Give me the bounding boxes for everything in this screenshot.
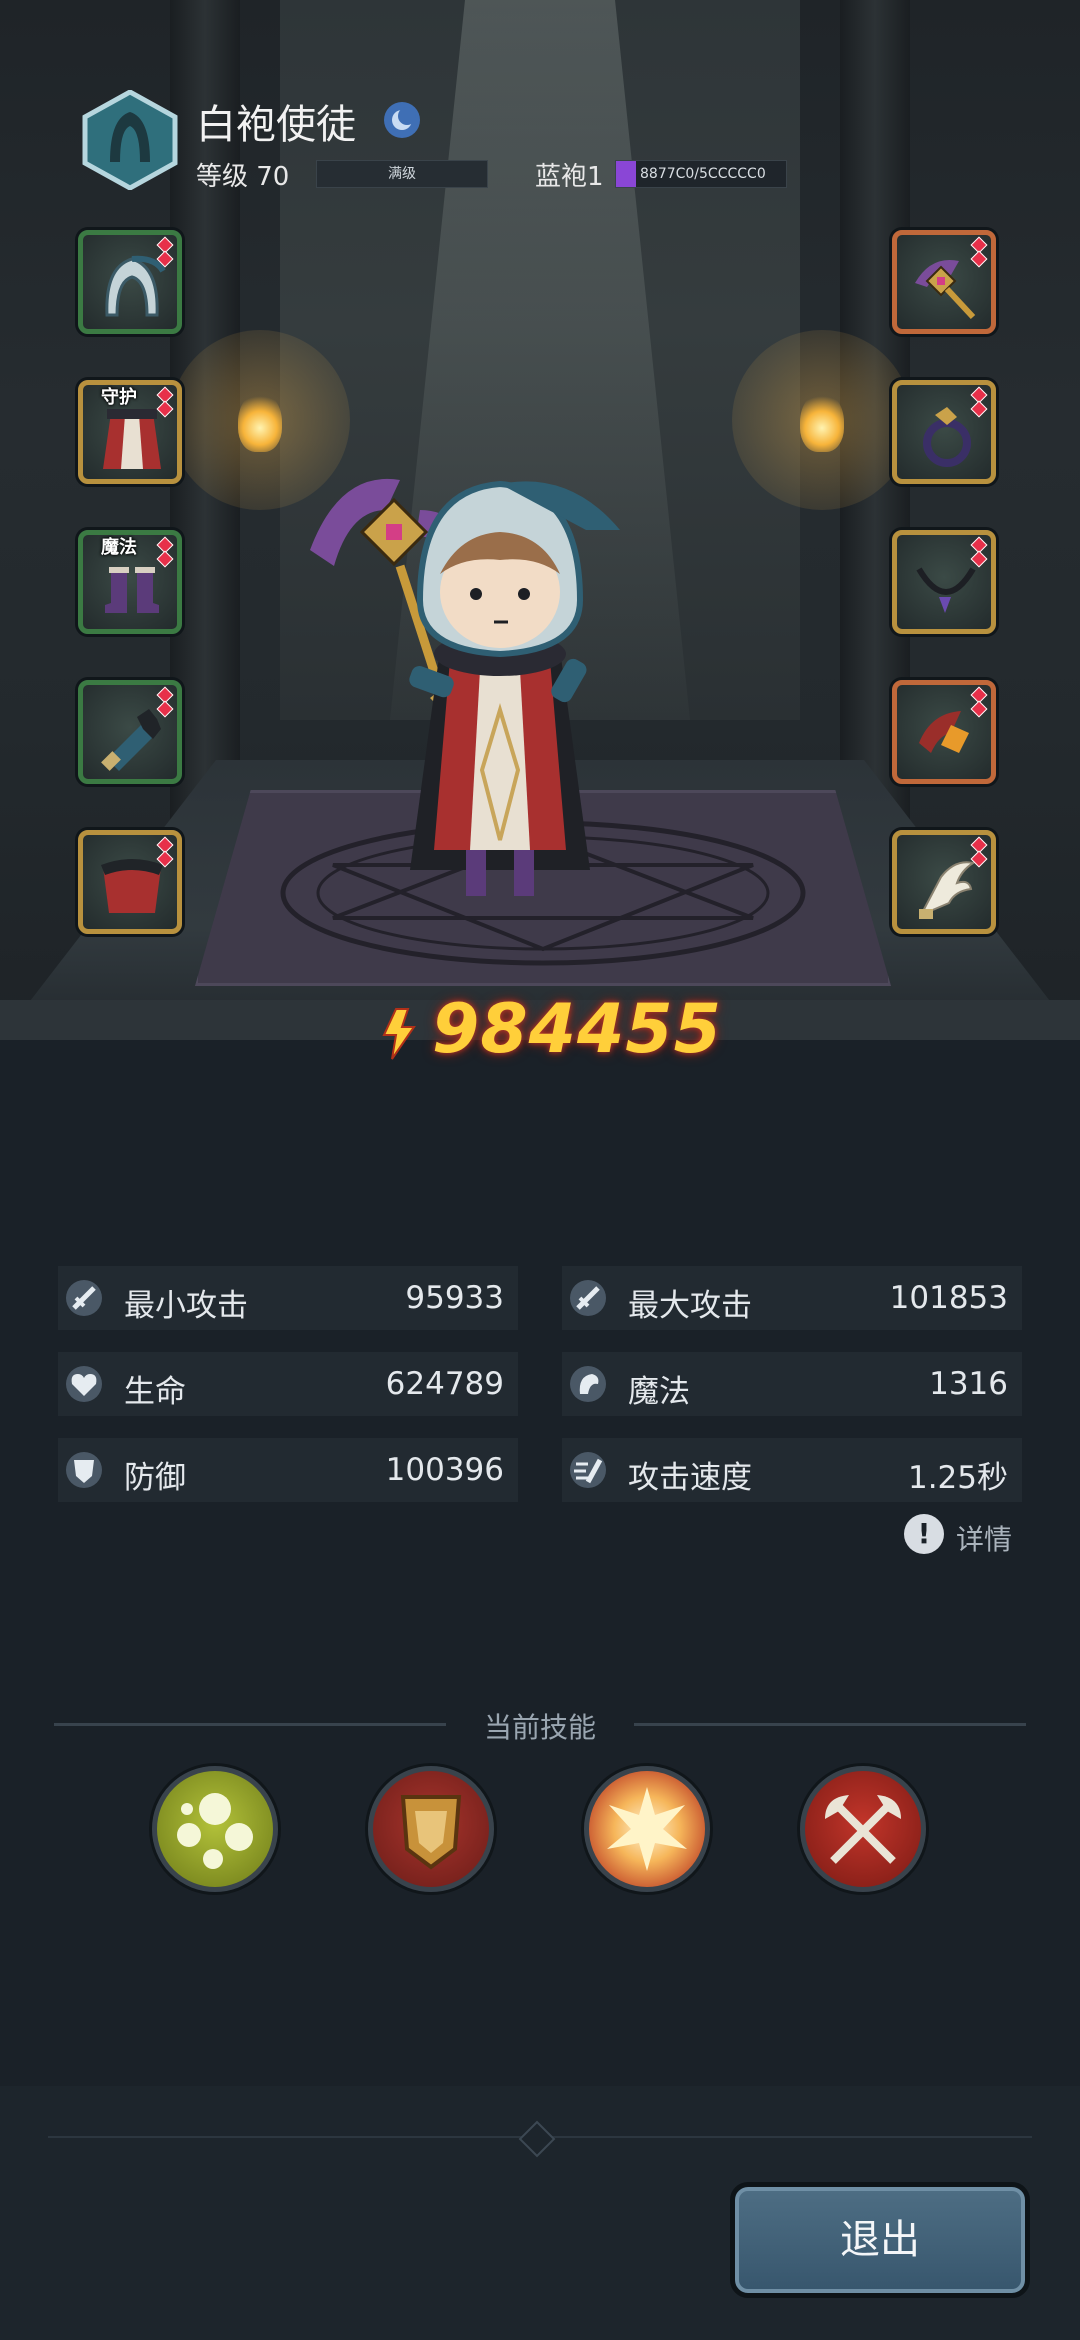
level-label: 等级 70 — [196, 162, 290, 192]
robe-icon — [103, 409, 161, 469]
stat-attack-speed: 攻击速度 1.25秒 — [562, 1438, 1022, 1502]
necklace-icon — [916, 567, 976, 613]
equip-slot-robe[interactable]: 守护 — [78, 380, 182, 484]
gem-sockets — [156, 836, 174, 868]
equip-slot-bracer[interactable] — [78, 680, 182, 784]
stat-max-attack: 最大攻击 101853 — [562, 1266, 1022, 1330]
sword-icon — [570, 1280, 606, 1316]
stat-value: 1.25秒 — [907, 1460, 1008, 1496]
gem-sockets — [970, 236, 988, 268]
stat-min-attack: 最小攻击 95933 — [58, 1266, 518, 1330]
info-icon: ! — [904, 1514, 944, 1554]
guardian-shield-icon — [400, 1795, 462, 1870]
gem-sockets — [970, 836, 988, 868]
stat-defense: 防御 100396 — [58, 1438, 518, 1502]
class-emblem-icon — [80, 89, 180, 191]
robe-progress-text: 8877C0/5CCCCC0 — [640, 166, 766, 182]
torch-right-icon — [800, 392, 844, 452]
stat-label: 最小攻击 — [124, 1288, 248, 1324]
moon-icon — [382, 100, 422, 140]
equip-slot-hood[interactable] — [78, 230, 182, 334]
exit-button[interactable]: 退出 — [730, 2182, 1030, 2298]
amulet-icon — [919, 711, 969, 753]
shield-icon — [66, 1452, 102, 1488]
robe-progress-fill — [616, 161, 637, 187]
equip-slot-cape[interactable] — [78, 830, 182, 934]
skills-divider-right — [634, 1723, 1026, 1726]
gem-sockets — [156, 236, 174, 268]
ring-icon — [923, 407, 971, 467]
level-status: 满级 — [388, 166, 416, 182]
stat-value: 100396 — [385, 1452, 504, 1488]
stat-health: 生命 624789 — [58, 1352, 518, 1416]
magic-icon — [570, 1366, 606, 1402]
equip-slot-boots[interactable]: 魔法 — [78, 530, 182, 634]
stat-magic: 魔法 1316 — [562, 1352, 1022, 1416]
stat-label: 生命 — [124, 1374, 186, 1410]
stat-value: 624789 — [385, 1366, 504, 1402]
robe-rank-label: 蓝袍1 — [535, 162, 604, 192]
gem-sockets — [970, 536, 988, 568]
wing-charm-icon — [918, 861, 976, 919]
detail-label: 详情 — [956, 1523, 1013, 1556]
class-name: 白袍使徒 — [196, 102, 356, 148]
torch-left-icon — [238, 392, 282, 452]
skill-guardian-shield[interactable] — [368, 1766, 494, 1892]
hood-icon — [105, 255, 166, 317]
stat-value: 101853 — [889, 1280, 1008, 1316]
gem-sockets — [970, 686, 988, 718]
gem-sockets — [156, 536, 174, 568]
stat-label: 魔法 — [628, 1374, 690, 1410]
stat-label: 攻击速度 — [628, 1460, 752, 1496]
heart-icon — [66, 1366, 102, 1402]
staff-icon — [915, 259, 976, 320]
gem-sockets — [970, 386, 988, 418]
crossed-axes-icon — [825, 1795, 901, 1864]
skills-divider-left — [54, 1723, 446, 1726]
stat-label: 防御 — [124, 1460, 186, 1496]
level-progress-bar: 满级 — [316, 160, 488, 188]
combat-power-value: 984455 — [432, 990, 722, 1069]
cape-icon — [101, 859, 163, 913]
hero-character — [310, 478, 620, 896]
stat-value: 1316 — [929, 1366, 1008, 1402]
stat-label: 最大攻击 — [628, 1288, 752, 1324]
skill-poison-bubbles[interactable] — [152, 1766, 278, 1892]
equip-slot-ring[interactable] — [892, 380, 996, 484]
burst-icon — [607, 1787, 687, 1871]
equip-slot-necklace[interactable] — [892, 530, 996, 634]
equip-slot-wing-charm[interactable] — [892, 830, 996, 934]
skill-crossed-axes[interactable] — [800, 1766, 926, 1892]
gem-sockets — [156, 386, 174, 418]
boots-icon — [105, 567, 159, 613]
robe-tag: 守护 — [101, 387, 137, 408]
equip-slot-staff[interactable] — [892, 230, 996, 334]
power-icon — [382, 1008, 416, 1060]
speed-icon — [570, 1452, 606, 1488]
sword-icon — [66, 1280, 102, 1316]
skills-title: 当前技能 — [483, 1711, 596, 1744]
bracer-icon — [101, 709, 161, 771]
bubbles-icon — [177, 1793, 253, 1869]
skill-burst[interactable] — [584, 1766, 710, 1892]
gem-sockets — [156, 686, 174, 718]
stat-value: 95933 — [405, 1280, 504, 1316]
robe-progress-bar: 8877C0/5CCCCC0 — [615, 160, 787, 188]
equip-slot-amulet[interactable] — [892, 680, 996, 784]
boots-tag: 魔法 — [101, 537, 137, 558]
